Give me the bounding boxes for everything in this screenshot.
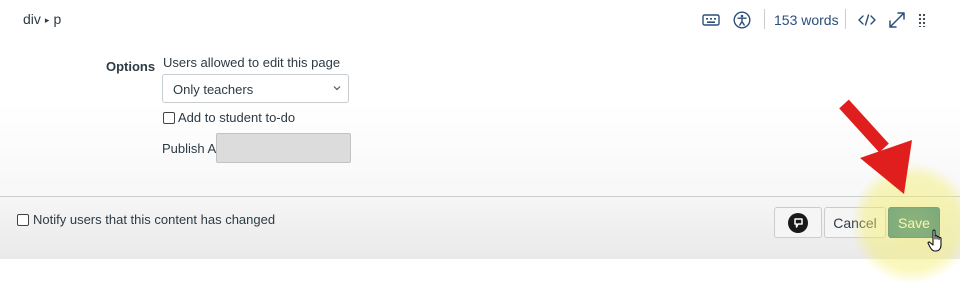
keyboard-shortcuts-button[interactable] xyxy=(700,9,722,31)
edit-permission-select[interactable]: Only teachers xyxy=(162,74,349,103)
html-editor-button[interactable] xyxy=(856,9,878,31)
fullscreen-button[interactable] xyxy=(886,9,908,31)
element-path-breadcrumb: div ▸ p xyxy=(23,11,61,27)
form-actions-footer: Notify users that this content has chang… xyxy=(0,196,960,259)
student-todo-checkbox[interactable] xyxy=(163,112,175,124)
path-item-p[interactable]: p xyxy=(53,11,61,27)
accessibility-checker-button[interactable] xyxy=(731,9,753,31)
student-todo-label[interactable]: Add to student to-do xyxy=(178,110,295,125)
html-editor-icon xyxy=(858,14,876,26)
word-count: 153 words xyxy=(774,12,839,28)
cancel-button[interactable]: Cancel xyxy=(824,207,886,238)
keyboard-icon xyxy=(702,14,720,26)
save-button[interactable]: Save xyxy=(888,207,940,238)
options-section-label: Options xyxy=(106,59,156,74)
path-item-div[interactable]: div xyxy=(23,11,41,27)
editor-statusbar: div ▸ p 153 words xyxy=(0,0,960,38)
fullscreen-icon xyxy=(889,12,905,28)
toolbar-divider xyxy=(764,9,765,29)
publish-at-input[interactable] xyxy=(216,133,351,163)
toolbar-divider xyxy=(845,9,846,29)
edit-permission-selected-value: Only teachers xyxy=(173,82,254,97)
path-separator-icon: ▸ xyxy=(44,15,50,25)
notify-users-checkbox[interactable] xyxy=(17,214,29,226)
notify-users-label[interactable]: Notify users that this content has chang… xyxy=(33,212,275,227)
chevron-down-icon xyxy=(333,86,341,91)
resize-handle[interactable] xyxy=(915,9,929,31)
accessibility-icon xyxy=(733,11,751,29)
red-annotation-arrow-icon xyxy=(839,99,912,194)
edit-permission-label: Users allowed to edit this page xyxy=(163,55,341,70)
publish-at-label: Publish At xyxy=(162,141,220,156)
chat-bubble-icon xyxy=(788,212,808,233)
drag-handle-icon xyxy=(918,13,926,27)
immersive-reader-button[interactable] xyxy=(774,207,822,238)
